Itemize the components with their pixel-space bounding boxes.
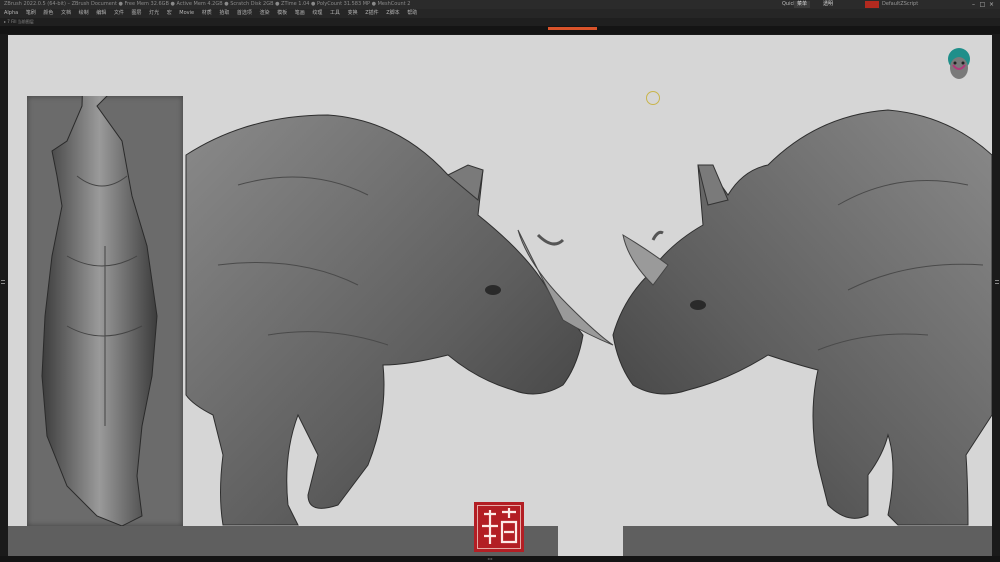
menu-item-color[interactable]: 颜色: [43, 9, 53, 18]
minimize-icon[interactable]: –: [969, 0, 978, 9]
menu-item-tool[interactable]: 工具: [330, 9, 340, 18]
menus-toggle-button[interactable]: 菜单: [794, 1, 811, 8]
menu-item-alpha[interactable]: Alpha: [4, 9, 18, 18]
maximize-icon[interactable]: □: [978, 0, 987, 9]
brush-cursor-icon: [646, 91, 660, 105]
active-tab-indicator[interactable]: [548, 27, 597, 30]
rhino-sculpt-scene: [185, 109, 992, 526]
menu-item-zscript[interactable]: Z脚本: [386, 9, 399, 18]
menu-item-render[interactable]: 渲染: [260, 9, 270, 18]
bottom-tray-handle[interactable]: ◂ ▸: [470, 556, 510, 562]
menu-item-draw[interactable]: 绘制: [79, 9, 89, 18]
default-zscript-label[interactable]: DefaultZScript: [882, 0, 918, 9]
menu-item-stencil[interactable]: 模板: [277, 9, 287, 18]
menu-item-light[interactable]: 灯光: [149, 9, 159, 18]
status-text: ▸ 7 Fill 当前图层: [4, 19, 34, 24]
transparent-toggle[interactable]: 透明: [820, 1, 836, 8]
tab-strip: [0, 26, 1000, 34]
record-indicator[interactable]: [865, 1, 879, 8]
menu-item-material[interactable]: 材质: [202, 9, 212, 18]
menu-item-texture[interactable]: 纹理: [312, 9, 322, 18]
left-rhino-sculpt: [185, 114, 614, 526]
menu-item-stroke[interactable]: 笔画: [295, 9, 305, 18]
artist-seal-stamp: [474, 502, 524, 552]
right-tray-handle[interactable]: [994, 262, 1000, 302]
menu-item-transform[interactable]: 变换: [348, 9, 358, 18]
window-title: ZBrush 2022.0.5 (64-bit) – ZBrush Docume…: [4, 1, 411, 7]
seal-glyph-art: [482, 508, 518, 544]
close-icon[interactable]: ×: [987, 0, 996, 9]
menu-item-picker[interactable]: 拾取: [219, 9, 229, 18]
floor-head-orientation-icon[interactable]: [945, 47, 973, 83]
menu-item-zplugin[interactable]: Z插件: [365, 9, 378, 18]
document-canvas[interactable]: [8, 35, 992, 556]
title-bar: ZBrush 2022.0.5 (64-bit) – ZBrush Docume…: [0, 0, 1000, 9]
right-rhino-sculpt: [612, 109, 992, 526]
menu-item-brush[interactable]: 笔刷: [26, 9, 36, 18]
left-tray-handle[interactable]: [0, 262, 6, 302]
menu-item-document[interactable]: 文档: [61, 9, 71, 18]
menu-item-macro[interactable]: 宏: [167, 9, 172, 18]
menu-item-edit[interactable]: 编辑: [96, 9, 106, 18]
menu-item-help[interactable]: 帮助: [407, 9, 417, 18]
window-controls: – □ ×: [969, 0, 996, 9]
menu-bar: Alpha 笔刷 颜色 文档 绘制 编辑 文件 图层 灯光 宏 Movie 材质…: [0, 9, 1000, 18]
right-pedestal: [623, 526, 992, 556]
status-line: ▸ 7 Fill 当前图层: [0, 18, 1000, 26]
menu-item-layer[interactable]: 图层: [131, 9, 141, 18]
bottom-tray: ◂ ▸: [0, 556, 1000, 562]
menu-item-preferences[interactable]: 首选项: [237, 9, 252, 18]
menu-item-file[interactable]: 文件: [114, 9, 124, 18]
menu-item-movie[interactable]: Movie: [179, 9, 194, 18]
